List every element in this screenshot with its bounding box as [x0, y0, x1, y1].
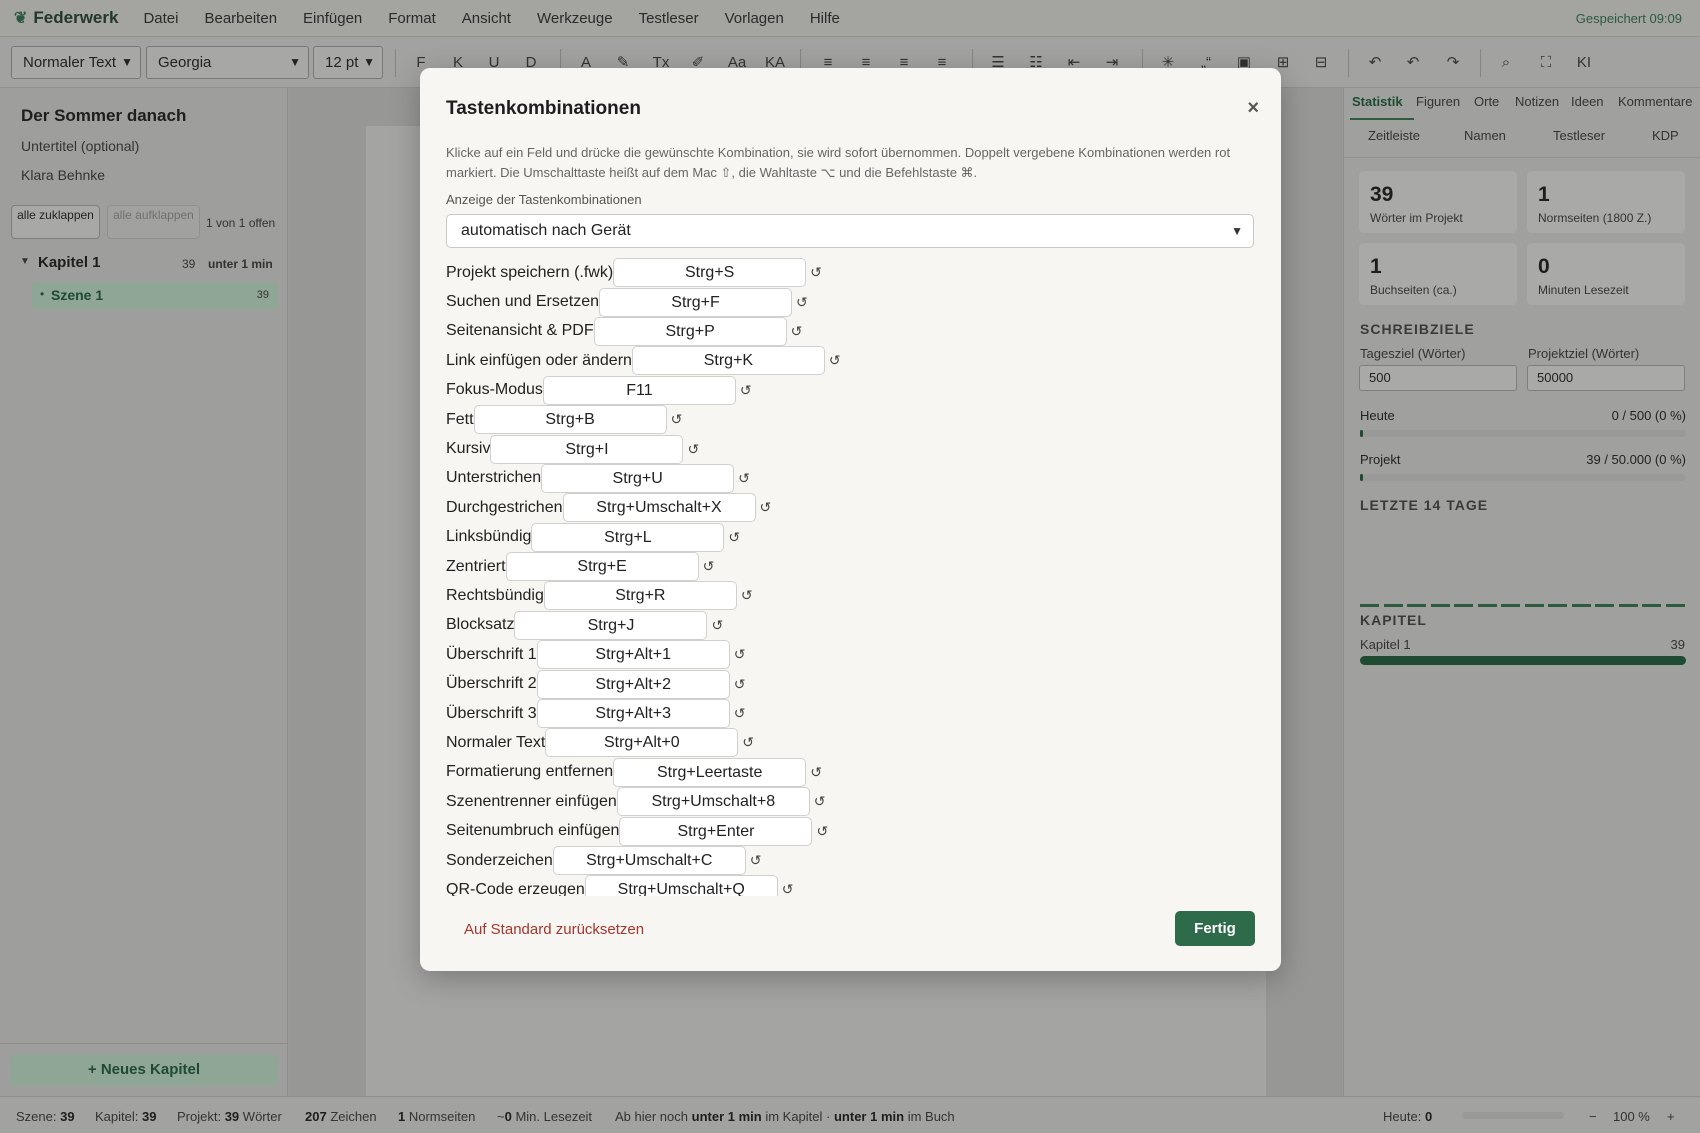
shortcut-key-field[interactable]: Strg+R — [543, 581, 737, 611]
shortcut-label: Unterstrichen — [446, 469, 542, 487]
done-button[interactable]: Fertig — [1175, 911, 1255, 946]
shortcut-key-field[interactable]: Strg+Alt+0 — [545, 728, 739, 758]
shortcut-key-field[interactable]: Strg+J — [514, 610, 708, 640]
shortcut-row: Normaler Text Strg+Alt+0 ↺ — [446, 728, 1254, 758]
shortcut-row: Link einfügen oder ändern Strg+K ↺ — [446, 346, 1254, 376]
shortcut-key-field[interactable]: Strg+Umschalt+C — [552, 846, 746, 875]
shortcut-key-field[interactable]: Strg+U — [541, 463, 735, 493]
shortcut-key-field[interactable]: Strg+B — [473, 405, 667, 435]
shortcut-row: Unterstrichen Strg+U ↺ — [446, 463, 1254, 493]
shortcut-label: Suchen und Ersetzen — [446, 293, 599, 311]
shortcut-key-field[interactable]: Strg+Enter — [619, 816, 813, 846]
reset-icon[interactable]: ↺ — [791, 323, 803, 340]
shortcut-key-field[interactable]: Strg+Alt+1 — [536, 640, 730, 670]
reset-all-button[interactable]: Auf Standard zurücksetzen — [464, 921, 644, 938]
reset-icon[interactable]: ↺ — [796, 294, 808, 311]
shortcut-key-field[interactable]: Strg+P — [593, 316, 787, 346]
reset-icon[interactable]: ↺ — [728, 529, 740, 546]
shortcut-row: Sonderzeichen Strg+Umschalt+C ↺ — [446, 846, 1254, 875]
reset-icon[interactable]: ↺ — [750, 852, 762, 869]
shortcut-key-field[interactable]: Strg+Umschalt+X — [562, 493, 756, 523]
shortcut-key-field[interactable]: Strg+L — [531, 522, 725, 552]
reset-icon[interactable]: ↺ — [734, 705, 746, 722]
display-mode-select[interactable]: automatisch nach Gerät ▼ — [446, 214, 1254, 248]
shortcut-row: QR-Code erzeugen Strg+Umschalt+Q ↺ — [446, 875, 1254, 896]
shortcut-row: Linksbündig Strg+L ↺ — [446, 522, 1254, 552]
shortcut-row: Durchgestrichen Strg+Umschalt+X ↺ — [446, 493, 1254, 523]
shortcut-label: QR-Code erzeugen — [446, 880, 585, 896]
shortcut-row: Szenentrenner einfügen Strg+Umschalt+8 ↺ — [446, 787, 1254, 817]
reset-icon[interactable]: ↺ — [742, 734, 754, 751]
reset-icon[interactable]: ↺ — [816, 823, 828, 840]
shortcut-label: Überschrift 1 — [446, 645, 537, 663]
shortcut-row: Überschrift 2 Strg+Alt+2 ↺ — [446, 669, 1254, 699]
reset-icon[interactable]: ↺ — [741, 587, 753, 604]
close-icon[interactable]: × — [1247, 98, 1259, 118]
reset-icon[interactable]: ↺ — [814, 793, 826, 810]
shortcut-label: Rechtsbündig — [446, 586, 544, 604]
reset-icon[interactable]: ↺ — [687, 441, 699, 458]
shortcut-row: Fokus-Modus F11 ↺ — [446, 375, 1254, 405]
reset-icon[interactable]: ↺ — [760, 499, 772, 516]
reset-icon[interactable]: ↺ — [738, 470, 750, 487]
shortcut-label: Kursiv — [446, 440, 491, 458]
shortcut-label: Blocksatz — [446, 616, 515, 634]
shortcut-list[interactable]: Projekt speichern (.fwk) Strg+S ↺ Suchen un… — [446, 258, 1254, 896]
shortcut-row: Rechtsbündig Strg+R ↺ — [446, 581, 1254, 611]
shortcut-key-field[interactable]: Strg+Umschalt+Q — [584, 875, 778, 896]
shortcut-row: Fett Strg+B ↺ — [446, 405, 1254, 435]
shortcut-label: Normaler Text — [446, 733, 546, 751]
dialog-title: Tastenkombinationen — [446, 98, 641, 119]
shortcut-label: Seitenansicht & PDF — [446, 322, 594, 340]
shortcut-label: Zentriert — [446, 557, 506, 575]
shortcut-row: Blocksatz Strg+J ↺ — [446, 610, 1254, 640]
shortcut-label: Projekt speichern (.fwk) — [446, 263, 614, 281]
shortcut-row: Zentriert Strg+E ↺ — [446, 552, 1254, 582]
shortcut-label: Sonderzeichen — [446, 851, 553, 869]
shortcut-key-field[interactable]: Strg+Leertaste — [613, 757, 807, 787]
shortcut-row: Überschrift 1 Strg+Alt+1 ↺ — [446, 640, 1254, 670]
shortcut-label: Überschrift 2 — [446, 675, 537, 693]
shortcut-label: Durchgestrichen — [446, 498, 563, 516]
shortcut-key-field[interactable]: Strg+Umschalt+8 — [616, 787, 810, 817]
shortcut-key-field[interactable]: F11 — [542, 375, 736, 405]
shortcut-label: Seitenumbruch einfügen — [446, 822, 620, 840]
shortcut-label: Fokus-Modus — [446, 381, 543, 399]
shortcut-label: Fett — [446, 410, 474, 428]
shortcut-key-field[interactable]: Strg+Alt+3 — [536, 699, 730, 729]
reset-icon[interactable]: ↺ — [829, 352, 841, 369]
shortcut-key-field[interactable]: Strg+Alt+2 — [536, 669, 730, 699]
shortcut-row: Projekt speichern (.fwk) Strg+S ↺ — [446, 258, 1254, 288]
shortcut-row: Seitenansicht & PDF Strg+P ↺ — [446, 316, 1254, 346]
display-mode-label: Anzeige der Tastenkombinationen — [446, 192, 642, 207]
shortcut-label: Szenentrenner einfügen — [446, 792, 617, 810]
shortcut-row: Kursiv Strg+I ↺ — [446, 434, 1254, 464]
shortcuts-dialog: Tastenkombinationen × Klicke auf ein Fel… — [420, 68, 1281, 971]
reset-icon[interactable]: ↺ — [782, 881, 794, 896]
reset-icon[interactable]: ↺ — [734, 676, 746, 693]
reset-icon[interactable]: ↺ — [810, 764, 822, 781]
shortcut-row: Überschrift 3 Strg+Alt+3 ↺ — [446, 699, 1254, 729]
shortcut-key-field[interactable]: Strg+K — [631, 346, 825, 376]
shortcut-key-field[interactable]: Strg+S — [613, 258, 807, 288]
shortcut-label: Überschrift 3 — [446, 704, 537, 722]
chevron-down-icon: ▼ — [1231, 224, 1243, 238]
dialog-description: Klicke auf ein Feld und drücke die gewün… — [446, 145, 1231, 180]
shortcut-label: Formatierung entfernen — [446, 763, 614, 781]
shortcut-row: Suchen und Ersetzen Strg+F ↺ — [446, 287, 1254, 317]
shortcut-label: Linksbündig — [446, 528, 532, 546]
reset-icon[interactable]: ↺ — [734, 646, 746, 663]
reset-icon[interactable]: ↺ — [810, 264, 822, 281]
reset-icon[interactable]: ↺ — [671, 411, 683, 428]
reset-icon[interactable]: ↺ — [711, 617, 723, 634]
shortcut-label: Link einfügen oder ändern — [446, 351, 632, 369]
shortcut-key-field[interactable]: Strg+F — [599, 287, 792, 317]
shortcut-row: Formatierung entfernen Strg+Leertaste ↺ — [446, 757, 1254, 787]
display-mode-value: automatisch nach Gerät — [461, 222, 631, 239]
reset-icon[interactable]: ↺ — [740, 382, 752, 399]
shortcut-key-field[interactable]: Strg+I — [490, 434, 684, 464]
shortcut-row: Seitenumbruch einfügen Strg+Enter ↺ — [446, 816, 1254, 846]
reset-icon[interactable]: ↺ — [703, 558, 715, 575]
shortcut-key-field[interactable]: Strg+E — [505, 552, 699, 582]
